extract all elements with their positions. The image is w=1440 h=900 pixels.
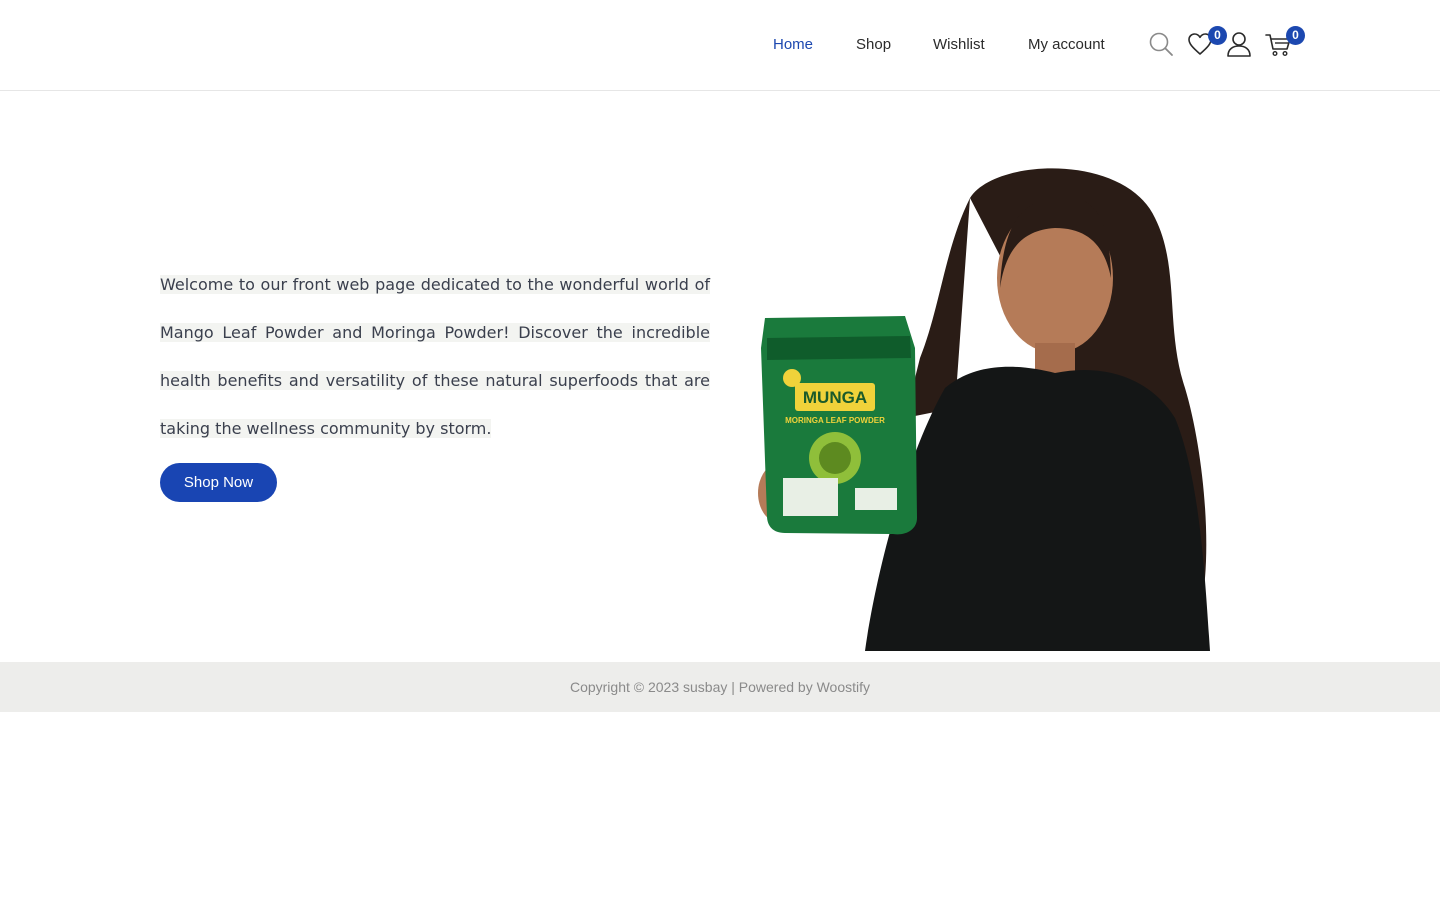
hero-product-image: MUNGA MORINGA LEAF POWDER <box>758 168 1210 651</box>
product-name-text: MORINGA LEAF POWDER <box>785 416 885 425</box>
site-footer: Copyright © 2023 susbay | Powered by Woo… <box>0 662 1440 712</box>
product-brand-text: MUNGA <box>803 388 867 407</box>
shop-now-button[interactable]: Shop Now <box>160 463 277 502</box>
nav-wishlist[interactable]: Wishlist <box>933 36 985 53</box>
nav-my-account[interactable]: My account <box>1028 36 1105 53</box>
search-icon[interactable] <box>1147 30 1175 58</box>
copyright-text: Copyright © 2023 susbay | Powered by Woo… <box>569 679 871 695</box>
hero-description: Welcome to our front web page dedicated … <box>160 275 710 438</box>
nav-shop[interactable]: Shop <box>856 36 891 53</box>
cart-count-badge: 0 <box>1286 26 1305 45</box>
user-icon[interactable] <box>1225 30 1253 58</box>
nav-home[interactable]: Home <box>773 36 813 53</box>
site-header: Home Shop Wishlist My account 0 0 <box>0 0 1440 91</box>
